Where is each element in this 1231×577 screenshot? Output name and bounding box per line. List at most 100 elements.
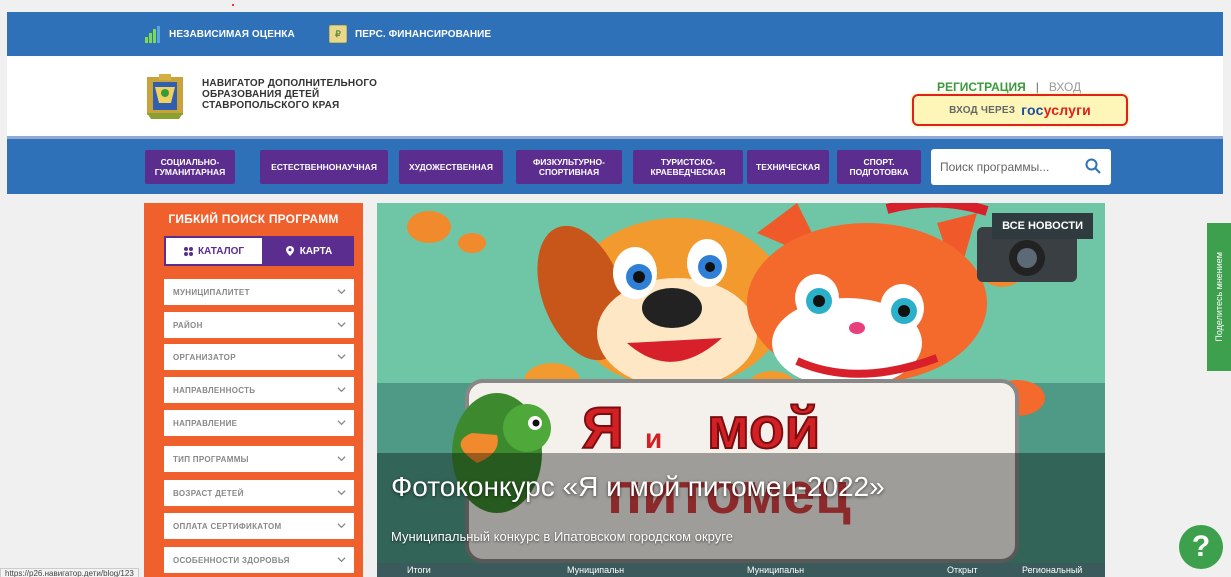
chevron-down-icon [337,387,346,393]
nav-natural-science[interactable]: ЕСТЕСТВЕННОНАУЧНАЯ [260,150,388,184]
nav-tourism[interactable]: ТУРИСТСКО- КРАЕВЕДЧЕСКАЯ [633,150,743,184]
select-certificate-payment[interactable]: ОПЛАТА СЕРТИФИКАТОМ [164,513,354,539]
money-icon: ₽ [329,25,347,43]
chevron-down-icon [337,420,346,426]
news-tile[interactable]: Муниципальн [747,563,804,577]
nav-label: ЕСТЕСТВЕННОНАУЧНАЯ [271,162,377,172]
site-header: НАВИГАТОР ДОПОЛНИТЕЛЬНОГО ОБРАЗОВАНИЯ ДЕ… [7,56,1223,136]
register-link[interactable]: РЕГИСТРАЦИЯ [937,80,1026,94]
nav-label: ПОДГОТОВКА [849,167,909,177]
chevron-down-icon [337,322,346,328]
news-tile[interactable]: Открыт [947,563,978,577]
nav-label: КРАЕВЕДЧЕСКАЯ [650,167,726,177]
share-feedback-tab[interactable]: Поделитесь мнением [1207,223,1231,371]
independent-assessment-link[interactable]: НЕЗАВИСИМАЯ ОЦЕНКА [143,12,295,56]
nav-artistic[interactable]: ХУДОЖЕСТВЕННАЯ [399,150,503,184]
filter-title: ГИБКИЙ ПОИСК ПРОГРАММ [168,212,339,226]
personal-financing-link[interactable]: ₽ ПЕРС. ФИНАНСИРОВАНИЕ [329,12,491,56]
select-program-type[interactable]: ТИП ПРОГРАММЫ [164,446,354,472]
select-municipality[interactable]: МУНИЦИПАЛИТЕТ [164,279,354,305]
chevron-down-icon [337,289,346,295]
nav-label: ФИЗКУЛЬТУРНО- [533,157,605,167]
chevron-down-icon [337,557,346,563]
news-tiles: Итоги Муниципальн Муниципальн Открыт Рег… [377,563,1105,577]
gosuslugi-login-button[interactable]: ВХОД ЧЕРЕЗ гос услуги [912,94,1128,126]
page: НЕЗАВИСИМАЯ ОЦЕНКА ₽ ПЕРС. ФИНАНСИРОВАНИ… [0,0,1231,577]
auth-links: РЕГИСТРАЦИЯ | ВХОД [937,80,1081,94]
chevron-down-icon [337,490,346,496]
personal-financing-label: ПЕРС. ФИНАНСИРОВАНИЕ [355,28,492,40]
tab-catalog-label: КАТАЛОГ [197,245,245,257]
tab-map[interactable]: КАРТА [264,236,354,266]
stray-dot [232,4,234,6]
select-label: МУНИЦИПАЛИТЕТ [173,287,250,297]
map-pin-icon [285,246,294,256]
nav-sports[interactable]: ФИЗКУЛЬТУРНО- СПОРТИВНАЯ [516,150,622,184]
search-icon[interactable] [1085,158,1101,174]
select-district[interactable]: РАЙОН [164,312,354,338]
news-tile[interactable]: Итоги [407,563,431,577]
select-label: ОРГАНИЗАТОР [173,352,236,362]
chart-bars-icon [143,25,161,43]
coat-of-arms-icon [147,74,183,119]
site-title[interactable]: НАВИГАТОР ДОПОЛНИТЕЛЬНОГО ОБРАЗОВАНИЯ ДЕ… [202,78,377,111]
independent-assessment-label: НЕЗАВИСИМАЯ ОЦЕНКА [169,28,295,40]
banner-subtitle: Муниципальный конкурс в Ипатовском город… [391,529,733,544]
auth-separator: | [1035,80,1039,94]
select-organizer[interactable]: ОРГАНИЗАТОР [164,344,354,370]
select-label: НАПРАВЛЕНИЕ [173,418,238,428]
banner-title[interactable]: Фотоконкурс «Я и мой питомец-2022» [391,471,885,503]
chevron-down-icon [337,456,346,462]
site-title-line: НАВИГАТОР ДОПОЛНИТЕЛЬНОГО [202,78,378,89]
news-tile[interactable]: Муниципальн [567,563,624,577]
nav-technical[interactable]: ТЕХНИЧЕСКАЯ [747,150,829,184]
gosuslugi-brand-part1: гос [1021,102,1044,118]
select-label: ВОЗРАСТ ДЕТЕЙ [173,488,244,498]
gosuslugi-brand-part2: услуги [1043,102,1091,118]
select-focus[interactable]: НАПРАВЛЕННОСТЬ [164,377,354,403]
top-bar: НЕЗАВИСИМАЯ ОЦЕНКА ₽ ПЕРС. ФИНАНСИРОВАНИ… [7,12,1223,56]
select-label: ОПЛАТА СЕРТИФИКАТОМ [173,521,282,531]
tab-catalog[interactable]: КАТАЛОГ [164,236,264,266]
program-search [931,149,1111,185]
banner-illustration: Я и мой питомец [377,203,1105,563]
nav-label: СПОРТ. [863,157,895,167]
question-icon: ? [1191,530,1211,563]
filter-tabs: КАТАЛОГ КАРТА [164,236,354,266]
news-banner[interactable]: Я и мой питомец ВСЕ НОВОСТИ Фотоконкурс … [377,203,1105,563]
site-title-line: СТАВРОПОЛЬСКОГО КРАЯ [202,100,340,111]
grid-icon [183,246,193,256]
nav-social-humanitarian[interactable]: СОЦИАЛЬНО- ГУМАНИТАРНАЯ [145,150,235,184]
select-label: РАЙОН [173,320,203,330]
svg-text:Я: Я [582,396,624,461]
select-label: ОСОБЕННОСТИ ЗДОРОВЬЯ [173,555,290,565]
select-label: НАПРАВЛЕННОСТЬ [173,385,256,395]
help-button[interactable]: ? [1179,525,1223,569]
nav-label: СПОРТИВНАЯ [538,167,600,177]
login-link[interactable]: ВХОД [1049,80,1081,94]
nav-label: СОЦИАЛЬНО- [160,157,220,167]
select-label: ТИП ПРОГРАММЫ [173,454,249,464]
svg-text:мой: мой [707,396,820,461]
select-child-age[interactable]: ВОЗРАСТ ДЕТЕЙ [164,480,354,506]
select-health-features[interactable]: ОСОБЕННОСТИ ЗДОРОВЬЯ [164,547,354,573]
nav-label: ТУРИСТСКО- [660,157,716,167]
gosuslugi-prefix: ВХОД ЧЕРЕЗ [949,104,1016,116]
share-feedback-label: Поделитесь мнением [1214,252,1224,342]
nav-label: ГУМАНИТАРНАЯ [154,167,226,177]
chevron-down-icon [337,523,346,529]
tab-map-label: КАРТА [299,245,333,257]
select-direction[interactable]: НАПРАВЛЕНИЕ [164,410,354,436]
nav-label: ТЕХНИЧЕСКАЯ [756,162,820,172]
all-news-button[interactable]: ВСЕ НОВОСТИ [992,213,1093,239]
flexible-search-panel: ГИБКИЙ ПОИСК ПРОГРАММ КАТАЛОГ КАРТА МУНИ… [144,203,363,577]
category-nav: СОЦИАЛЬНО- ГУМАНИТАРНАЯ ЕСТЕСТВЕННОНАУЧНА… [7,136,1223,194]
chevron-down-icon [337,354,346,360]
nav-label: ХУДОЖЕСТВЕННАЯ [409,162,493,172]
status-bar-url: https://p26.навигатор.дети/blog/123 [0,568,139,577]
search-input[interactable] [940,160,1075,174]
nav-sport-training[interactable]: СПОРТ. ПОДГОТОВКА [837,150,921,184]
news-tile[interactable]: Региональный [1022,563,1082,577]
site-title-line: ОБРАЗОВАНИЯ ДЕТЕЙ [202,89,320,100]
svg-text:и: и [645,423,662,454]
